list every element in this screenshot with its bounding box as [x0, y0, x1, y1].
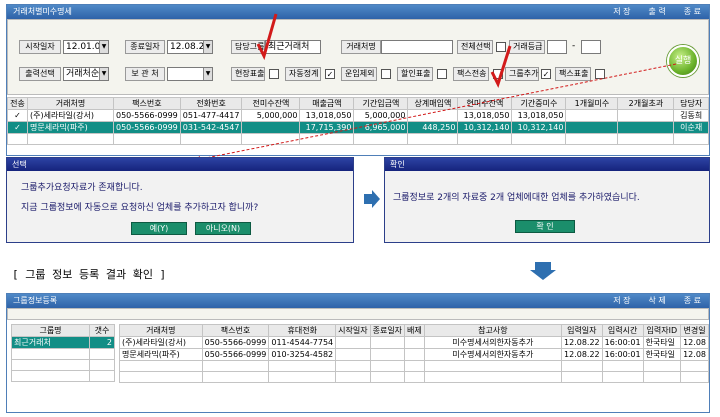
- col-mobile[interactable]: 휴대전화: [268, 324, 337, 337]
- window-title: 그룹정보등록: [13, 296, 58, 305]
- dialog-message-2: 지금 그룹정보에 자동으로 요청하신 업체를 추가하고자 합니까?: [21, 203, 259, 213]
- cell-memo: 미수명세서의한자동추가: [423, 336, 563, 349]
- table-row[interactable]: 명문세라믹(파주) 050-5566-0999 010-3254-4582 미수…: [119, 348, 709, 361]
- table-row-empty: [119, 371, 709, 383]
- col-input-time[interactable]: 입력시간: [601, 324, 644, 337]
- yes-button[interactable]: 예(Y): [131, 222, 187, 235]
- table-row-empty: [11, 348, 115, 360]
- cell-input-id: 한국타일: [642, 348, 682, 361]
- section-heading: [ 그룹 정보 등록 결과 확인 ]: [12, 268, 167, 281]
- checkmark-annotation-1: [256, 13, 278, 61]
- cell-start-date: [335, 348, 371, 361]
- col-input-date[interactable]: 입력일자: [561, 324, 603, 337]
- table-row[interactable]: (주)세라타일(강서) 050-5566-0999 011-4544-7754 …: [119, 336, 709, 349]
- table-row-empty: [11, 359, 115, 371]
- arrow-right-icon: [364, 190, 380, 208]
- ok-button[interactable]: 확 인: [515, 220, 575, 233]
- col-exclude[interactable]: 배제: [404, 324, 425, 337]
- col-end-date[interactable]: 종료일자: [369, 324, 406, 337]
- toolbar-strip: [7, 308, 709, 320]
- select-dialog: 선택 그룹추가요청자료가 존재합니다. 지금 그룹정보에 자동으로 요청하신 업…: [6, 157, 354, 243]
- table-row-empty: [11, 370, 115, 382]
- cell-memo: 미수명세서의한자동추가: [423, 348, 563, 361]
- cell-fax: 050-5566-0999: [201, 336, 270, 349]
- dialog-title: 확인: [385, 158, 709, 171]
- col-group-name[interactable]: 그룹명: [11, 324, 90, 337]
- col-input-id[interactable]: 입력자ID: [642, 324, 682, 337]
- cell-input-time: 16:00:01: [601, 336, 644, 349]
- cell-customer: 명문세라믹(파주): [119, 348, 203, 361]
- table-header-row: 그룹명 갯수: [11, 324, 115, 337]
- arrow-down-icon: [530, 262, 556, 280]
- dashed-arrow-annotation: [195, 63, 677, 161]
- col-changed[interactable]: 변경일: [680, 324, 709, 337]
- dialog-title: 선택: [7, 158, 353, 171]
- cell-mobile: 011-4544-7754: [268, 336, 337, 349]
- checkmark-annotation-2: [490, 45, 512, 88]
- col-customer[interactable]: 거래처명: [119, 324, 203, 337]
- member-table: 거래처명 팩스번호 휴대전화 시작일자 종료일자 배제 참고사항 입력일자 입력…: [119, 324, 709, 383]
- no-button[interactable]: 아니오(N): [195, 222, 251, 235]
- annotation-arrows: [190, 13, 677, 163]
- cell-fax: 050-5566-0999: [201, 348, 270, 361]
- cell-end-date: [369, 348, 406, 361]
- table-row-selected[interactable]: 최근거래처 2: [11, 336, 115, 349]
- save-menu[interactable]: 저 장: [613, 294, 630, 308]
- table-row-empty: [119, 360, 709, 372]
- cell-group-name: 최근거래처: [11, 336, 90, 349]
- cell-exclude: [404, 336, 425, 349]
- bottom-window: 그룹정보등록 저 장 삭 제 종 료 그룹명 갯수 최근거래처 2 거래처명 팩…: [6, 293, 710, 413]
- cell-count: 2: [89, 336, 115, 349]
- col-count[interactable]: 갯수: [89, 324, 115, 337]
- col-fax[interactable]: 팩스번호: [201, 324, 270, 337]
- col-start-date[interactable]: 시작일자: [335, 324, 371, 337]
- cell-input-date: 12.08.22: [561, 336, 603, 349]
- table-header-row: 거래처명 팩스번호 휴대전화 시작일자 종료일자 배제 참고사항 입력일자 입력…: [119, 324, 709, 337]
- cell-changed: 12.08: [680, 336, 709, 349]
- cell-exclude: [404, 348, 425, 361]
- delete-menu[interactable]: 삭 제: [648, 294, 665, 308]
- cell-input-time: 16:00:01: [601, 348, 644, 361]
- group-table: 그룹명 갯수 최근거래처 2: [11, 324, 115, 382]
- cell-customer: (주)세라타일(강서): [119, 336, 203, 349]
- cell-mobile: 010-3254-4582: [268, 348, 337, 361]
- cell-input-id: 한국타일: [642, 336, 682, 349]
- dialog-message: 그룹정보로 2개의 자료중 2개 업체에대한 업체를 추가하였습니다.: [393, 193, 640, 203]
- window-menu: 저 장 삭 제 종 료: [613, 294, 701, 308]
- close-menu[interactable]: 종 료: [684, 294, 701, 308]
- confirm-dialog: 확인 그룹정보로 2개의 자료중 2개 업체에대한 업체를 추가하였습니다. 확…: [384, 157, 710, 243]
- cell-end-date: [369, 336, 406, 349]
- col-memo[interactable]: 참고사항: [423, 324, 563, 337]
- cell-input-date: 12.08.22: [561, 348, 603, 361]
- cell-start-date: [335, 336, 371, 349]
- dialog-message-1: 그룹추가요청자료가 존재합니다.: [21, 183, 143, 193]
- bottom-window-titlebar: 그룹정보등록 저 장 삭 제 종 료: [7, 294, 709, 308]
- cell-changed: 12.08: [680, 348, 709, 361]
